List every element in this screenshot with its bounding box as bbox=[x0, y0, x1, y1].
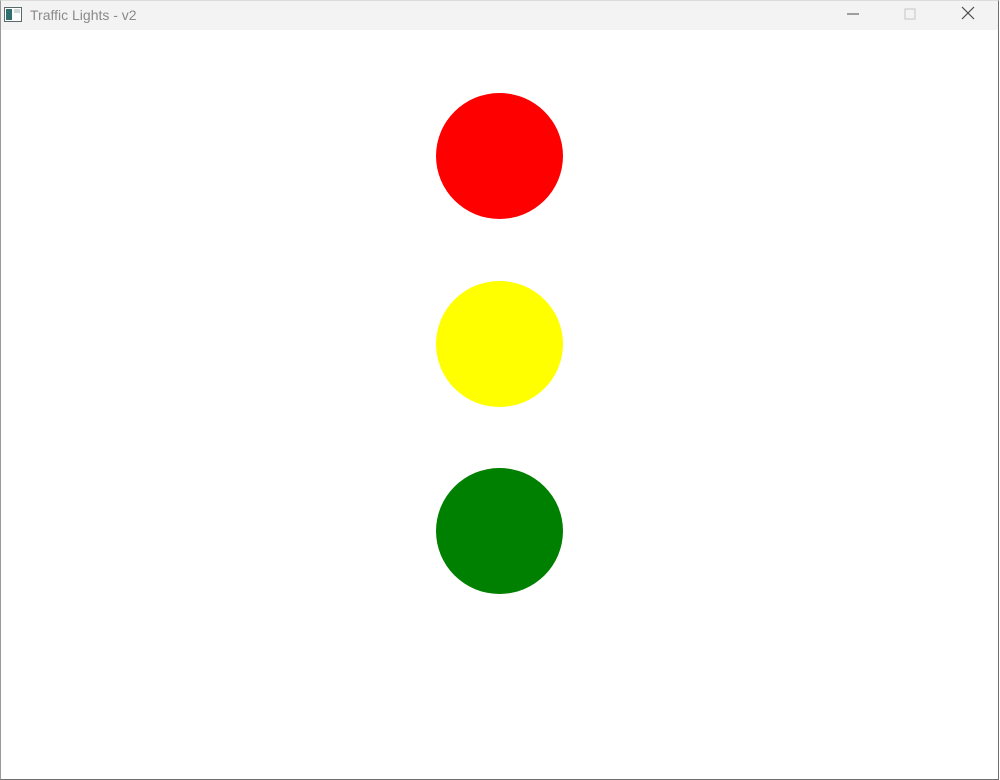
canvas-area bbox=[1, 30, 998, 779]
close-button[interactable] bbox=[945, 1, 991, 30]
title-bar[interactable]: Traffic Lights - v2 bbox=[1, 1, 998, 30]
maximize-icon bbox=[904, 7, 916, 25]
app-window-icon[interactable] bbox=[4, 7, 22, 22]
yellow-light bbox=[436, 281, 563, 407]
red-light bbox=[436, 93, 563, 219]
minimize-button[interactable] bbox=[830, 1, 876, 30]
window-title: Traffic Lights - v2 bbox=[30, 7, 137, 23]
minimize-icon bbox=[847, 7, 859, 25]
green-light bbox=[436, 468, 563, 594]
close-icon bbox=[961, 6, 975, 25]
maximize-button[interactable] bbox=[887, 1, 933, 30]
app-window: Traffic Lights - v2 bbox=[0, 0, 999, 780]
